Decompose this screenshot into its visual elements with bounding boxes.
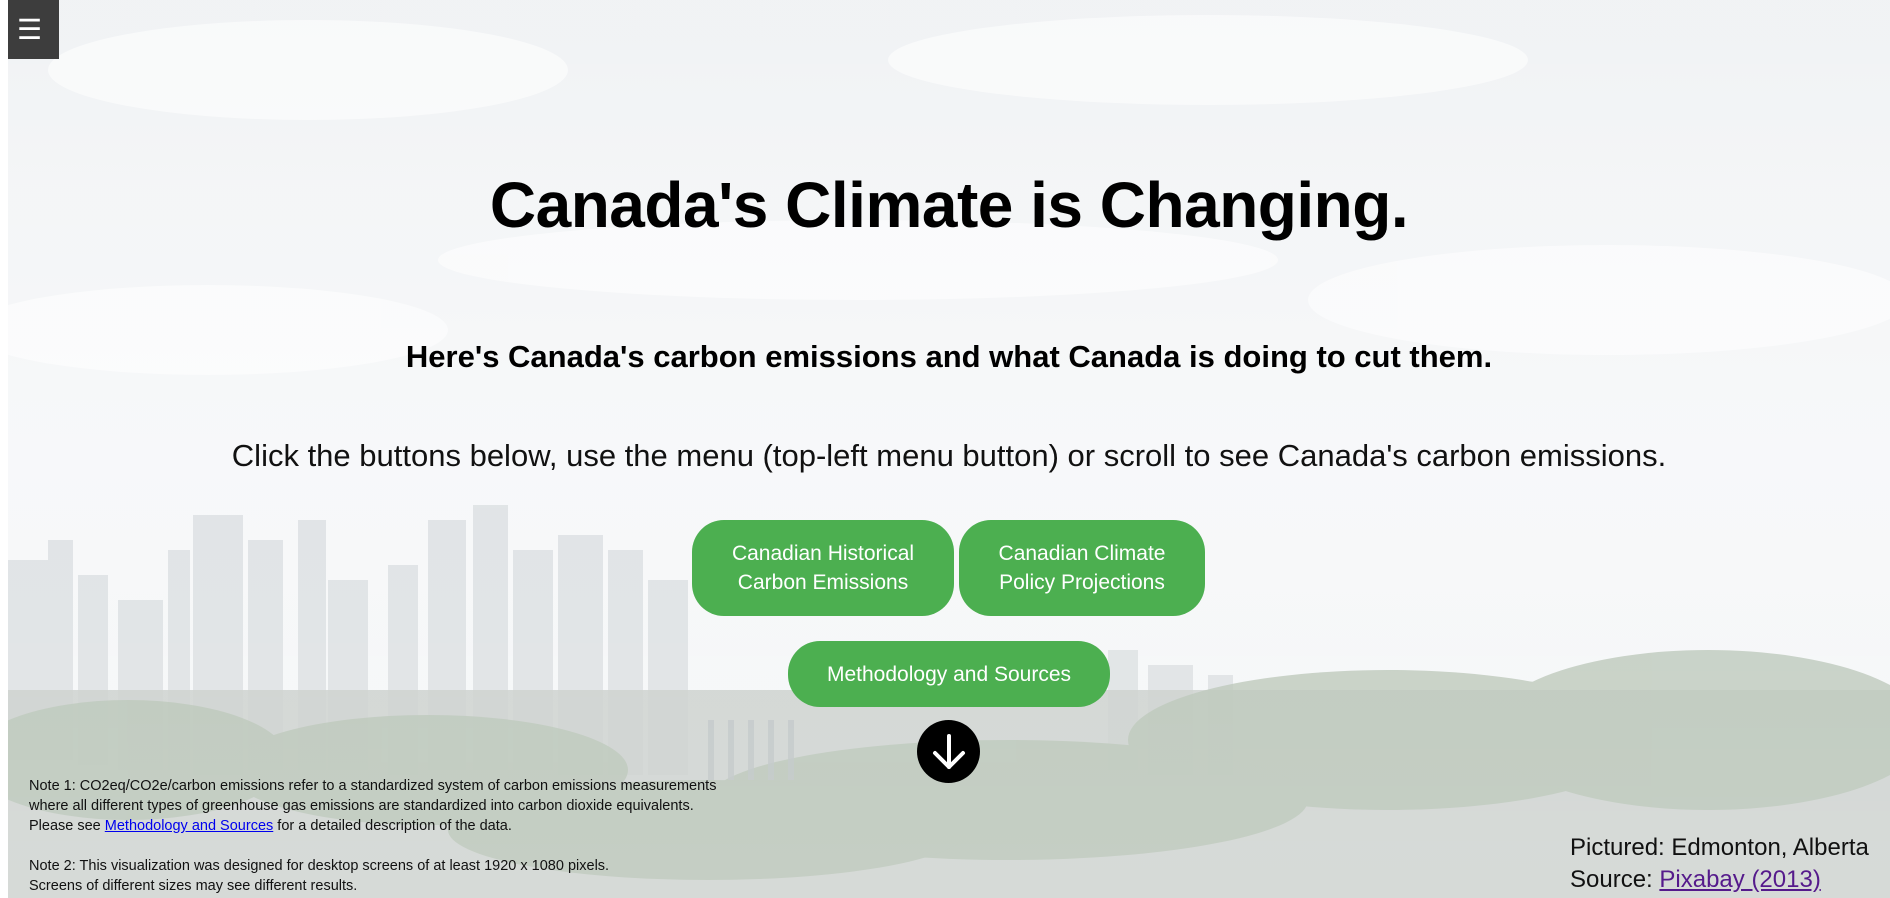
historical-emissions-label: Canadian Historical Carbon Emissions (731, 542, 915, 594)
photo-credits: Pictured: Edmonton, Alberta Source: Pixa… (1570, 832, 1869, 896)
methodology-link[interactable]: Methodology and Sources (105, 818, 273, 834)
page: ☰ Canada's Climate is Changing. Here's C… (0, 0, 1890, 898)
notes-spacer (29, 836, 749, 856)
hamburger-icon: ☰ (16, 14, 43, 45)
note1-line3: Please see Methodology and Sources for a… (29, 816, 749, 836)
policy-projections-button[interactable]: Canadian Climate Policy Projections (959, 520, 1205, 616)
page-title: Canada's Climate is Changing. (489, 169, 1409, 241)
historical-emissions-button[interactable]: Canadian Historical Carbon Emissions (692, 520, 954, 616)
pictured-location: Pictured: Edmonton, Alberta (1570, 834, 1869, 861)
left-edge (0, 0, 8, 898)
methodology-label: Methodology and Sources (827, 662, 1071, 686)
methodology-button[interactable]: Methodology and Sources (788, 641, 1110, 707)
pixabay-link[interactable]: Pixabay (2013) (1659, 866, 1820, 893)
menu-button[interactable]: ☰ (0, 0, 59, 59)
note1-line2: where all different types of greenhouse … (29, 798, 694, 814)
source-label: Source: (1570, 866, 1660, 893)
note1-text-before: Please see (29, 818, 105, 834)
arrow-down-icon (932, 733, 965, 769)
note2-line1: Note 2: This visualization was designed … (29, 858, 610, 874)
note2-line2: Screens of different sizes may see diffe… (29, 878, 358, 894)
policy-projections-label: Canadian Climate Policy Projections (998, 542, 1166, 594)
scroll-down-button[interactable] (917, 720, 980, 783)
photo-source: Source: Pixabay (2013) (1570, 864, 1869, 896)
page-subtitle: Here's Canada's carbon emissions and wha… (405, 339, 1493, 374)
note1-line1: Note 1: CO2eq/CO2e/carbon emissions refe… (29, 778, 717, 794)
hero-content: ☰ Canada's Climate is Changing. Here's C… (0, 0, 1890, 898)
instructions-text: Click the buttons below, use the menu (t… (231, 438, 1667, 473)
note1-text-after: for a detailed description of the data. (273, 818, 512, 834)
notes: Note 1: CO2eq/CO2e/carbon emissions refe… (29, 776, 749, 896)
